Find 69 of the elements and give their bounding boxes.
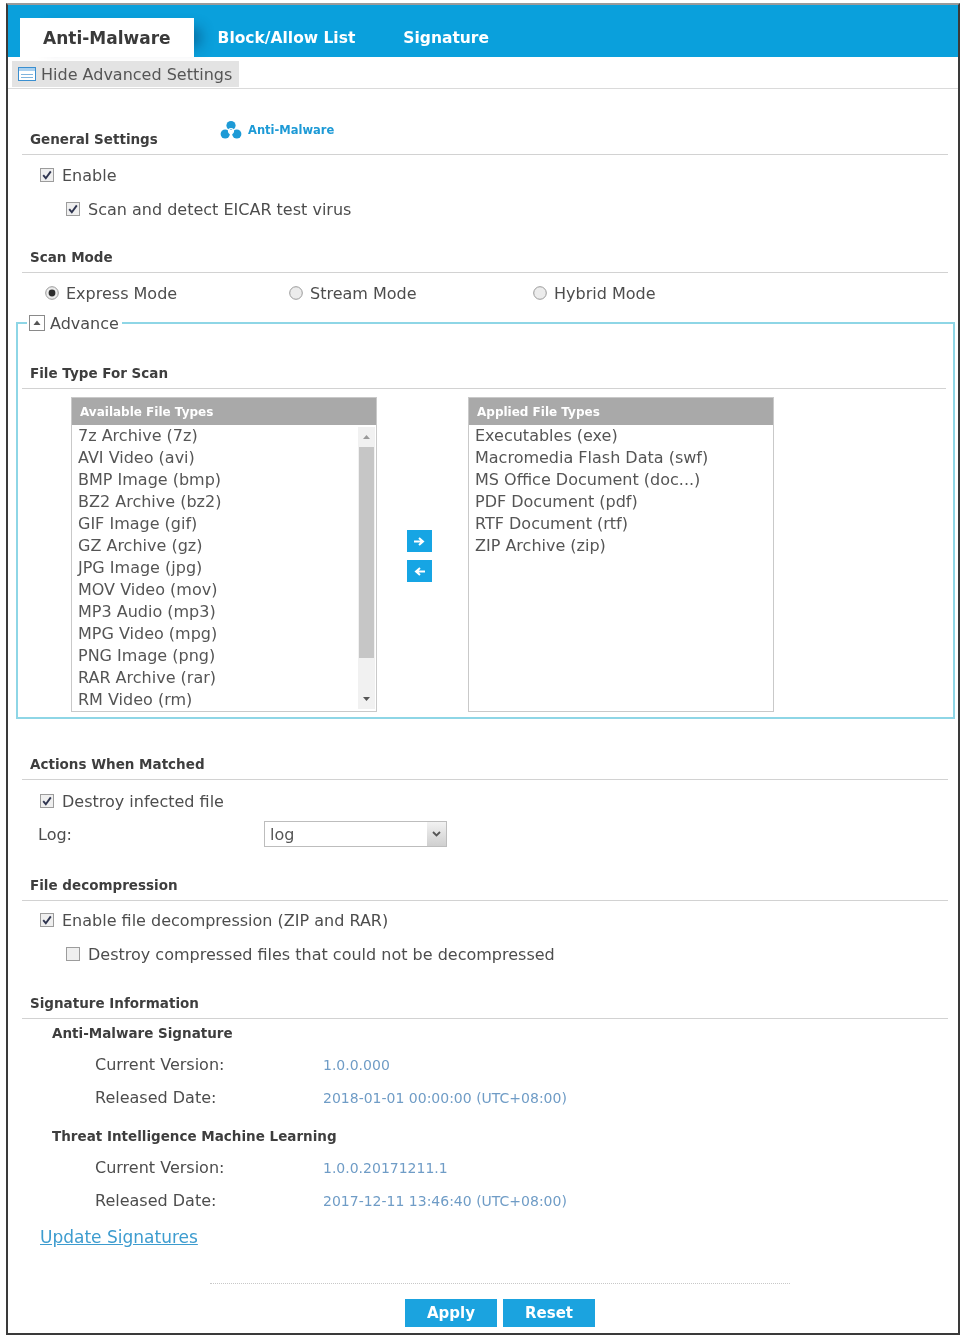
checkbox[interactable] [66, 202, 80, 216]
radio-label: Stream Mode [310, 283, 417, 303]
subsection-heading: Threat Intelligence Machine Learning [52, 1128, 337, 1145]
list-item[interactable]: MP3 Audio (mp3) [72, 601, 358, 623]
triangle-down-icon[interactable] [363, 697, 370, 701]
list-item[interactable]: MOV Video (mov) [72, 579, 358, 601]
move-right-button[interactable] [407, 530, 432, 552]
radio-label: Express Mode [66, 283, 178, 303]
checkbox[interactable] [40, 913, 54, 927]
section-heading: Actions When Matched [30, 756, 205, 773]
field-label: Current Version: [95, 1055, 225, 1074]
checkbox-label: Enable file decompression (ZIP and RAR) [62, 910, 389, 930]
arrow-right-icon [414, 536, 425, 546]
list-item[interactable]: 7z Archive (7z) [72, 425, 358, 447]
field-label: Current Version: [95, 1158, 225, 1177]
triangle-up-icon[interactable] [363, 435, 370, 439]
list-item[interactable]: AVI Video (avi) [72, 447, 358, 469]
list-item[interactable]: Executables (exe) [469, 425, 773, 447]
list-item[interactable]: PNG Image (png) [72, 645, 358, 667]
checkbox-label: Enable [62, 165, 117, 185]
checkbox-label: Scan and detect EICAR test virus [88, 199, 352, 219]
tab[interactable]: Anti-Malware [20, 18, 194, 57]
section-heading: File decompression [30, 877, 178, 894]
list-item[interactable]: RM Video (rm) [72, 689, 358, 711]
field-label: Released Date: [95, 1088, 217, 1107]
arrow-left-icon [414, 566, 425, 576]
list-item[interactable]: RTF Document (rtf) [469, 513, 773, 535]
list-item[interactable]: ZIP Archive (zip) [469, 535, 773, 557]
list-item[interactable]: BMP Image (bmp) [72, 469, 358, 491]
list-item[interactable]: Macromedia Flash Data (swf) [469, 447, 773, 469]
list-item[interactable]: MPG Video (mpg) [72, 623, 358, 645]
radio-label: Hybrid Mode [554, 283, 656, 303]
toggle-button[interactable]: Hide Advanced Settings [12, 61, 240, 87]
section-heading: Signature Information [30, 995, 199, 1012]
section-heading: File Type For Scan [30, 365, 168, 382]
radio-button[interactable] [45, 286, 59, 300]
field-label: Released Date: [95, 1191, 217, 1210]
biohazard-icon [220, 120, 242, 140]
list-item[interactable]: PDF Document (pdf) [469, 491, 773, 513]
section-heading: General Settings [30, 131, 158, 148]
checkbox[interactable] [40, 168, 54, 182]
log-dropdown[interactable]: log [264, 821, 447, 847]
list-item[interactable]: GZ Archive (gz) [72, 535, 358, 557]
checkbox[interactable] [40, 794, 54, 808]
checkbox[interactable] [66, 947, 80, 961]
checkbox-label: Destroy infected file [62, 791, 224, 811]
list-header: Available File Types [72, 398, 376, 425]
radio-button[interactable] [289, 286, 303, 300]
list-item[interactable]: MS Office Document (doc...) [469, 469, 773, 491]
subsection-heading: Anti-Malware Signature [52, 1025, 233, 1042]
field-value: 1.0.0.000 [323, 1056, 390, 1073]
move-left-button[interactable] [407, 560, 432, 582]
field-value: 2018-01-01 00:00:00 (UTC+08:00) [323, 1089, 567, 1106]
panel-icon [18, 67, 36, 81]
scrollbar[interactable] [358, 427, 375, 709]
list-item[interactable]: JPG Image (jpg) [72, 557, 358, 579]
list-item[interactable]: RAR Archive (rar) [72, 667, 358, 689]
field-value: 2017-12-11 13:46:40 (UTC+08:00) [323, 1192, 567, 1209]
list-header: Applied File Types [469, 398, 773, 425]
caret-up-icon[interactable] [29, 315, 45, 331]
list-item[interactable]: BZ2 Archive (bz2) [72, 491, 358, 513]
checkbox-label: Destroy compressed files that could not be decompressed [88, 944, 555, 964]
field-label: Log: [38, 824, 72, 844]
radio-button[interactable] [533, 286, 547, 300]
scrollbar-thumb[interactable] [359, 447, 374, 658]
section-heading: Scan Mode [30, 249, 113, 266]
field-value: 1.0.0.20171211.1 [323, 1159, 448, 1176]
list-item[interactable]: GIF Image (gif) [72, 513, 358, 535]
fieldset-legend: Advance [50, 313, 119, 333]
